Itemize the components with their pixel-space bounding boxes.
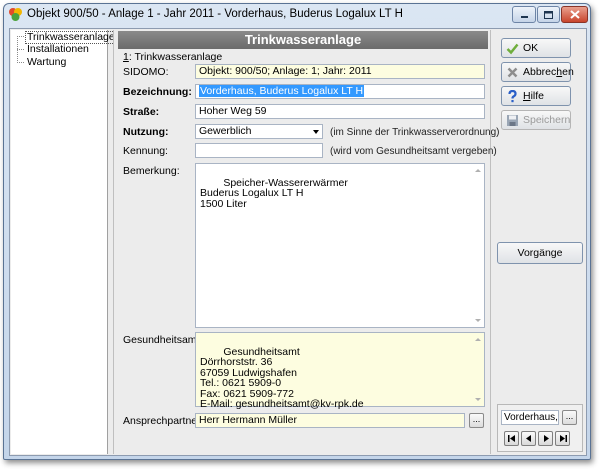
title-bar[interactable]: Objekt 900/50 - Anlage 1 - Jahr 2011 - V… xyxy=(4,4,590,26)
bezeichnung-label: Bezeichnung: xyxy=(123,86,192,98)
dialog-client: Trinkwasseranlage Installationen Wartung… xyxy=(9,28,587,456)
kennung-input[interactable] xyxy=(195,143,323,158)
previous-record-icon xyxy=(525,435,531,442)
cross-icon xyxy=(507,67,518,77)
tree-connector xyxy=(17,36,24,37)
app-icon xyxy=(9,8,22,21)
tree-item-installationen[interactable]: Installationen xyxy=(25,44,91,55)
hilfe-button[interactable]: Hilfe xyxy=(501,86,571,106)
scroll-up-icon[interactable] xyxy=(475,169,481,172)
sidomo-field: Objekt: 900/50; Anlage: 1; Jahr: 2011 xyxy=(195,64,485,79)
nutzung-value: Gewerblich xyxy=(199,125,252,137)
gesundheitsamt-label: Gesundheitsamt: xyxy=(123,334,203,346)
vorgaenge-button[interactable]: Vorgänge xyxy=(497,242,583,264)
form-panel: Trinkwasseranlage 1: Trinkwasseranlage S… xyxy=(113,30,500,454)
chevron-down-icon xyxy=(313,130,319,134)
speichern-label: Speichern xyxy=(523,114,571,126)
minimize-button[interactable] xyxy=(512,6,536,23)
tree-item-wartung[interactable]: Wartung xyxy=(25,57,68,68)
record-lookup-button[interactable]: ... xyxy=(562,410,577,425)
kennung-hint: (wird vom Gesundheitsamt vergeben) xyxy=(330,146,497,157)
next-record-button[interactable] xyxy=(538,431,553,446)
section-header: Trinkwasseranlage xyxy=(118,31,488,49)
kennung-label: Kennung: xyxy=(123,145,168,157)
nutzung-hint: (im Sinne der Trinkwasserverordnung) xyxy=(330,127,500,138)
bemerkung-scrollbar[interactable] xyxy=(472,164,484,327)
bemerkung-textarea[interactable]: Speicher-Wassererwärmer Buderus Logalux … xyxy=(195,163,485,328)
bezeichnung-value: Vorderhaus, Buderus Logalux LT H xyxy=(199,85,365,97)
nutzung-select[interactable]: Gewerblich xyxy=(195,124,323,139)
main-window: Objekt 900/50 - Anlage 1 - Jahr 2011 - V… xyxy=(3,3,591,460)
speichern-button[interactable]: Speichern xyxy=(501,110,571,130)
maximize-button[interactable] xyxy=(537,6,560,23)
close-button[interactable] xyxy=(561,6,588,23)
scroll-down-icon[interactable] xyxy=(475,319,481,322)
tree-connector xyxy=(17,62,24,63)
button-panel: OK Abbrechen Hilfe Speichern Vorgänge Vo… xyxy=(494,30,586,454)
abbrechen-label: Abbrechen xyxy=(523,66,574,78)
previous-record-button[interactable] xyxy=(521,431,536,446)
disk-icon xyxy=(507,114,518,126)
record-navigator: Vorderhaus, B ... xyxy=(497,404,583,452)
first-record-icon xyxy=(507,435,515,442)
ansprechpartner-label: Ansprechpartner: xyxy=(123,415,204,427)
ok-label: OK xyxy=(523,42,539,54)
sidomo-label: SIDOMO: xyxy=(123,66,169,78)
last-record-button[interactable] xyxy=(555,431,570,446)
question-icon xyxy=(508,89,517,102)
close-icon xyxy=(569,10,580,19)
scroll-up-icon[interactable] xyxy=(475,338,481,341)
gesundheitsamt-text: Gesundheitsamt Dörrhorststr. 36 67059 Lu… xyxy=(200,345,364,410)
nutzung-label: Nutzung: xyxy=(123,126,169,138)
next-record-icon xyxy=(543,435,549,442)
bemerkung-label: Bemerkung: xyxy=(123,165,180,177)
subtitle-text: : Trinkwasseranlage xyxy=(128,51,223,63)
window-title: Objekt 900/50 - Anlage 1 - Jahr 2011 - V… xyxy=(27,8,403,20)
hilfe-label: Hilfe xyxy=(523,90,545,102)
ansprechpartner-field: Herr Hermann Müller xyxy=(195,413,465,428)
maximize-icon xyxy=(544,10,553,19)
bemerkung-text: Speicher-Wassererwärmer Buderus Logalux … xyxy=(200,176,348,210)
ansprechpartner-lookup-button[interactable]: ... xyxy=(469,413,484,428)
ok-button[interactable]: OK xyxy=(501,38,571,58)
strasse-label: Straße: xyxy=(123,106,160,118)
strasse-input[interactable]: Hoher Weg 59 xyxy=(195,104,485,119)
section-subtitle: 1: Trinkwasseranlage xyxy=(123,51,222,63)
record-field: Vorderhaus, B xyxy=(501,410,559,425)
last-record-icon xyxy=(559,435,567,442)
first-record-button[interactable] xyxy=(504,431,519,446)
minimize-icon xyxy=(520,16,528,18)
tree-connector xyxy=(17,49,24,50)
gesundheitsamt-textarea[interactable]: Gesundheitsamt Dörrhorststr. 36 67059 Lu… xyxy=(195,332,485,409)
scroll-down-icon[interactable] xyxy=(475,398,481,401)
checkmark-icon xyxy=(506,43,519,54)
gesundheitsamt-scrollbar[interactable] xyxy=(472,333,484,406)
bezeichnung-input[interactable]: Vorderhaus, Buderus Logalux LT H xyxy=(195,84,485,99)
abbrechen-button[interactable]: Abbrechen xyxy=(501,62,574,82)
navigation-tree: Trinkwasseranlage Installationen Wartung xyxy=(11,30,117,454)
